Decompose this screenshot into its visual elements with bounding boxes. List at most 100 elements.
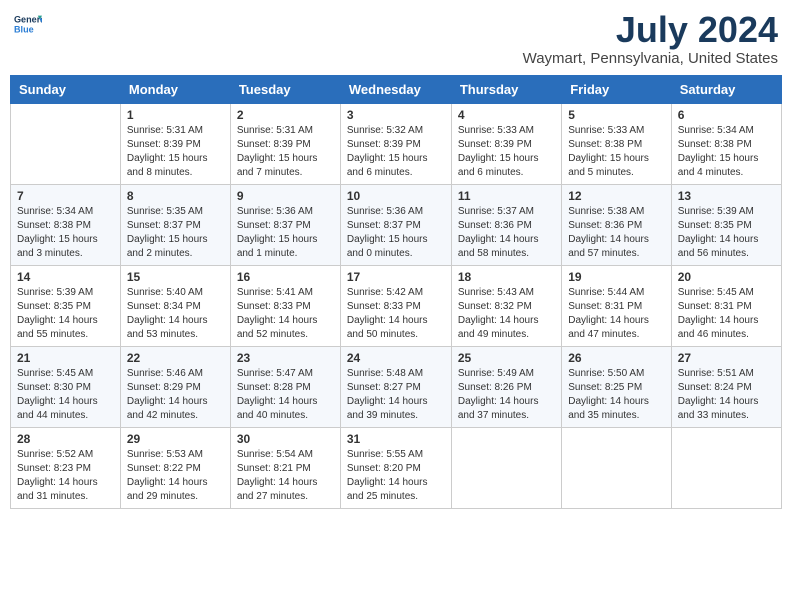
logo-icon: General Blue [14,10,42,38]
day-number: 15 [127,270,224,284]
day-header-monday: Monday [120,75,230,103]
day-number: 10 [347,189,445,203]
calendar-cell: 1Sunrise: 5:31 AMSunset: 8:39 PMDaylight… [120,103,230,184]
header-row: SundayMondayTuesdayWednesdayThursdayFrid… [11,75,782,103]
day-number: 22 [127,351,224,365]
calendar-cell [11,103,121,184]
week-row-1: 1Sunrise: 5:31 AMSunset: 8:39 PMDaylight… [11,103,782,184]
day-info: Sunrise: 5:51 AMSunset: 8:24 PMDaylight:… [678,367,775,423]
calendar-cell: 10 Sunrise: 5:36 AMSunset: 8:37 PMDayligh… [340,184,451,265]
day-number: 9 [237,189,334,203]
calendar-cell: 20 Sunrise: 5:45 AMSunset: 8:31 PMDayligh… [671,265,781,346]
day-info: Sunrise: 5:45 AMSunset: 8:31 PMDaylight:… [678,286,775,342]
calendar-table: SundayMondayTuesdayWednesdayThursdayFrid… [10,75,782,509]
day-info: Sunrise: 5:48 AMSunset: 8:27 PMDaylight:… [347,367,445,423]
calendar-cell: 17 Sunrise: 5:42 AMSunset: 8:33 PMDayligh… [340,265,451,346]
calendar-cell: 27 Sunrise: 5:51 AMSunset: 8:24 PMDayligh… [671,346,781,427]
day-info: Sunrise: 5:47 AMSunset: 8:28 PMDaylight:… [237,367,334,423]
calendar-cell: 7 Sunrise: 5:34 AMSunset: 8:38 PMDaylight… [11,184,121,265]
day-number: 3 [347,108,445,122]
calendar-cell: 18 Sunrise: 5:43 AMSunset: 8:32 PMDayligh… [451,265,561,346]
day-number: 6 [678,108,775,122]
day-number: 14 [17,270,114,284]
svg-text:Blue: Blue [14,24,34,34]
main-title: July 2024 [523,10,778,50]
calendar-cell: 26Sunrise: 5:50 AMSunset: 8:25 PMDayligh… [562,346,672,427]
calendar-cell: 24 Sunrise: 5:48 AMSunset: 8:27 PMDayligh… [340,346,451,427]
day-info: Sunrise: 5:44 AMSunset: 8:31 PMDaylight:… [568,286,665,342]
calendar-cell: 2Sunrise: 5:31 AMSunset: 8:39 PMDaylight… [230,103,340,184]
calendar-cell: 15 Sunrise: 5:40 AMSunset: 8:34 PMDayligh… [120,265,230,346]
calendar-cell: 8 Sunrise: 5:35 AMSunset: 8:37 PMDaylight… [120,184,230,265]
day-number: 13 [678,189,775,203]
svg-text:General: General [14,15,42,25]
day-number: 31 [347,432,445,446]
calendar-cell: 4Sunrise: 5:33 AMSunset: 8:39 PMDaylight… [451,103,561,184]
calendar-cell: 23Sunrise: 5:47 AMSunset: 8:28 PMDayligh… [230,346,340,427]
calendar-cell: 21 Sunrise: 5:45 AMSunset: 8:30 PMDayligh… [11,346,121,427]
day-number: 29 [127,432,224,446]
day-info: Sunrise: 5:55 AMSunset: 8:20 PMDaylight:… [347,448,445,504]
logo-image: General Blue [14,10,42,38]
calendar-cell: 19 Sunrise: 5:44 AMSunset: 8:31 PMDayligh… [562,265,672,346]
day-header-saturday: Saturday [671,75,781,103]
day-info: Sunrise: 5:33 AMSunset: 8:38 PMDaylight:… [568,124,665,180]
day-number: 24 [347,351,445,365]
day-info: Sunrise: 5:46 AMSunset: 8:29 PMDaylight:… [127,367,224,423]
day-info: Sunrise: 5:40 AMSunset: 8:34 PMDaylight:… [127,286,224,342]
day-number: 18 [458,270,555,284]
day-header-friday: Friday [562,75,672,103]
day-header-wednesday: Wednesday [340,75,451,103]
day-info: Sunrise: 5:38 AMSunset: 8:36 PMDaylight:… [568,205,665,261]
calendar-cell: 16Sunrise: 5:41 AMSunset: 8:33 PMDayligh… [230,265,340,346]
day-info: Sunrise: 5:39 AMSunset: 8:35 PMDaylight:… [678,205,775,261]
day-number: 11 [458,189,555,203]
calendar-cell: 28Sunrise: 5:52 AMSunset: 8:23 PMDayligh… [11,427,121,508]
day-number: 5 [568,108,665,122]
calendar-cell: 25Sunrise: 5:49 AMSunset: 8:26 PMDayligh… [451,346,561,427]
calendar-cell: 11Sunrise: 5:37 AMSunset: 8:36 PMDayligh… [451,184,561,265]
calendar-cell: 9 Sunrise: 5:36 AMSunset: 8:37 PMDaylight… [230,184,340,265]
day-number: 17 [347,270,445,284]
calendar-cell [671,427,781,508]
week-row-3: 14Sunrise: 5:39 AMSunset: 8:35 PMDayligh… [11,265,782,346]
calendar-cell: 3 Sunrise: 5:32 AMSunset: 8:39 PMDaylight… [340,103,451,184]
day-number: 4 [458,108,555,122]
day-info: Sunrise: 5:32 AMSunset: 8:39 PMDaylight:… [347,124,445,180]
day-number: 21 [17,351,114,365]
calendar-cell [562,427,672,508]
day-number: 30 [237,432,334,446]
day-info: Sunrise: 5:36 AMSunset: 8:37 PMDaylight:… [237,205,334,261]
day-info: Sunrise: 5:43 AMSunset: 8:32 PMDaylight:… [458,286,555,342]
day-number: 27 [678,351,775,365]
day-info: Sunrise: 5:45 AMSunset: 8:30 PMDaylight:… [17,367,114,423]
calendar-cell [451,427,561,508]
day-info: Sunrise: 5:35 AMSunset: 8:37 PMDaylight:… [127,205,224,261]
subtitle: Waymart, Pennsylvania, United States [523,50,778,67]
title-block: July 2024 Waymart, Pennsylvania, United … [523,10,778,67]
day-header-sunday: Sunday [11,75,121,103]
day-number: 7 [17,189,114,203]
day-number: 20 [678,270,775,284]
calendar-cell: 13 Sunrise: 5:39 AMSunset: 8:35 PMDayligh… [671,184,781,265]
day-number: 19 [568,270,665,284]
day-info: Sunrise: 5:36 AMSunset: 8:37 PMDaylight:… [347,205,445,261]
calendar-cell: 6Sunrise: 5:34 AMSunset: 8:38 PMDaylight… [671,103,781,184]
day-number: 25 [458,351,555,365]
week-row-4: 21 Sunrise: 5:45 AMSunset: 8:30 PMDayligh… [11,346,782,427]
day-header-tuesday: Tuesday [230,75,340,103]
calendar-cell: 31 Sunrise: 5:55 AMSunset: 8:20 PMDayligh… [340,427,451,508]
day-number: 16 [237,270,334,284]
day-number: 8 [127,189,224,203]
day-info: Sunrise: 5:53 AMSunset: 8:22 PMDaylight:… [127,448,224,504]
day-number: 12 [568,189,665,203]
calendar-cell: 22 Sunrise: 5:46 AMSunset: 8:29 PMDayligh… [120,346,230,427]
calendar-cell: 5 Sunrise: 5:33 AMSunset: 8:38 PMDaylight… [562,103,672,184]
day-number: 1 [127,108,224,122]
day-info: Sunrise: 5:42 AMSunset: 8:33 PMDaylight:… [347,286,445,342]
day-number: 26 [568,351,665,365]
week-row-2: 7 Sunrise: 5:34 AMSunset: 8:38 PMDaylight… [11,184,782,265]
calendar-header: SundayMondayTuesdayWednesdayThursdayFrid… [11,75,782,103]
day-info: Sunrise: 5:34 AMSunset: 8:38 PMDaylight:… [17,205,114,261]
day-header-thursday: Thursday [451,75,561,103]
